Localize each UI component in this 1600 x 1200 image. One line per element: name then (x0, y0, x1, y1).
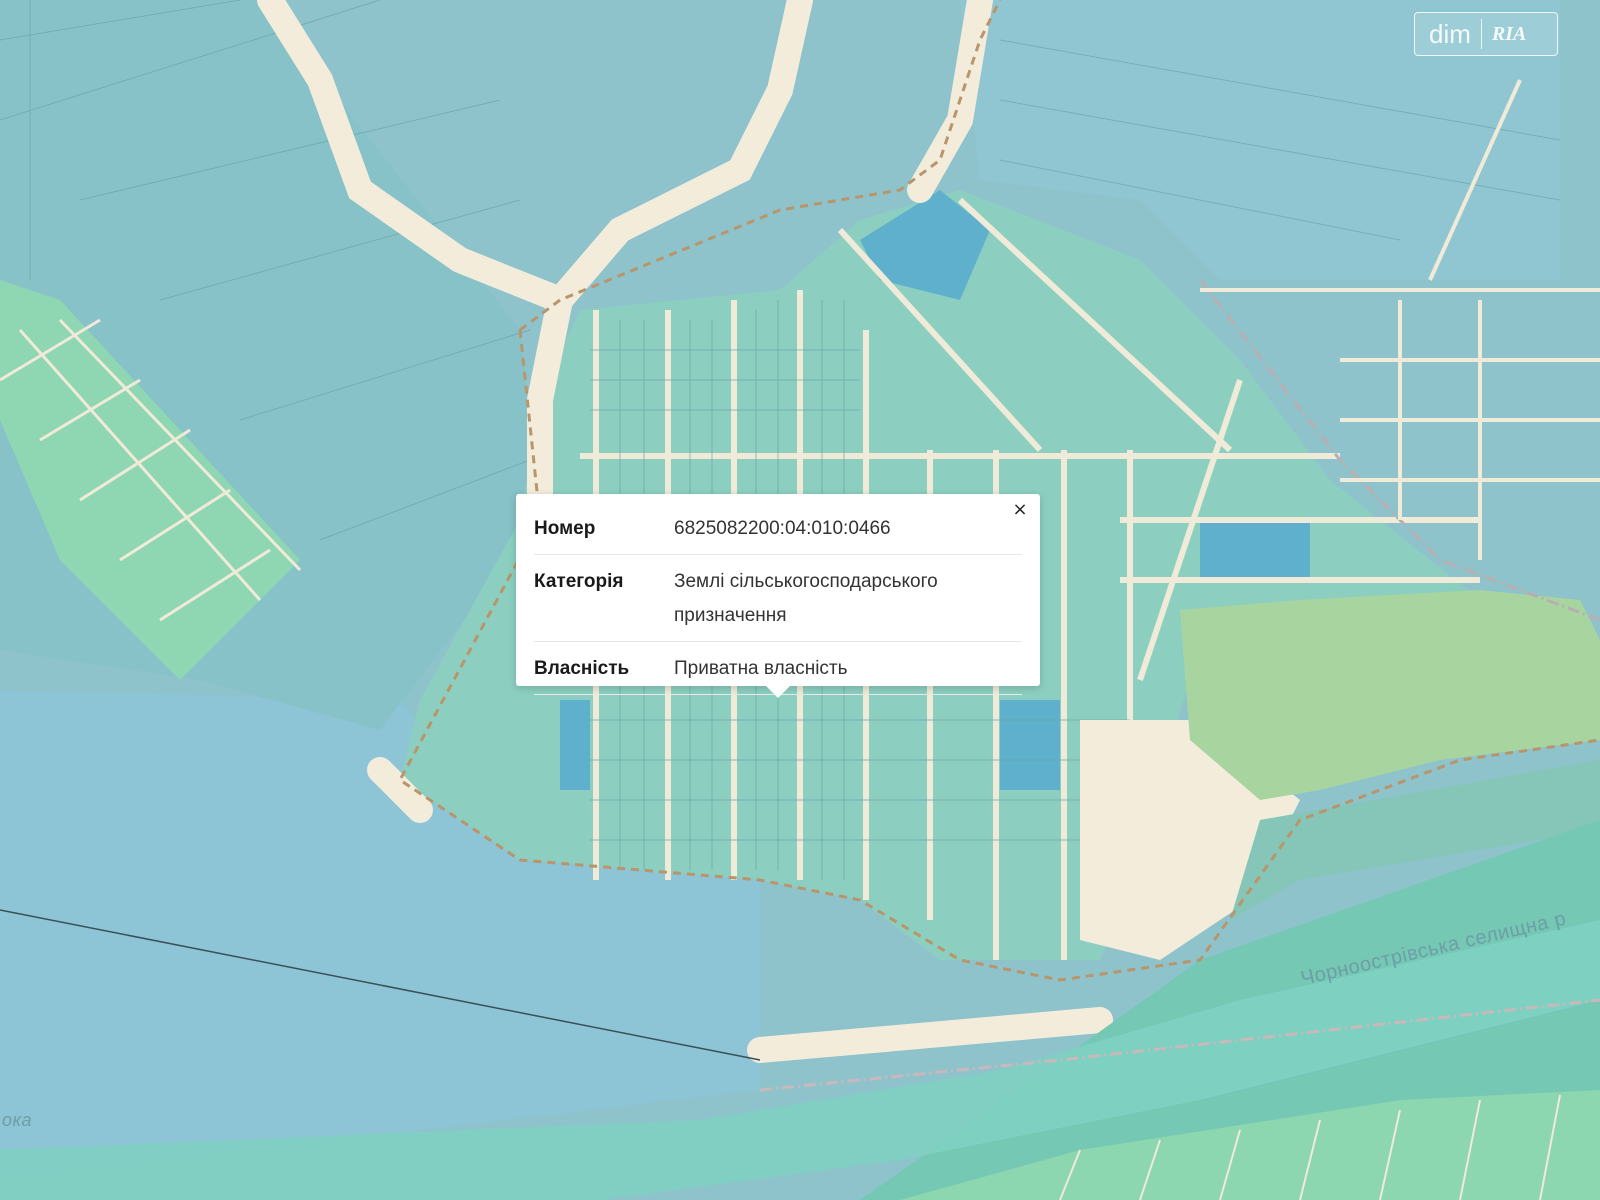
map-label-river: ока (2, 1110, 33, 1130)
close-button[interactable]: × (1010, 500, 1030, 520)
popup-label-number: Номер (534, 518, 596, 539)
dim-ria-logo: dim RIA (1414, 12, 1558, 56)
parcel-cluster-west (560, 700, 590, 790)
popup-value-number: 6825082200:04:010:0466 (674, 518, 891, 539)
logo-dim-text: dim (1429, 18, 1471, 49)
popup-row-number: Номер 6825082200:04:010:0466 (534, 502, 1022, 555)
popup-label-ownership: Власність (534, 658, 630, 679)
parcel-info-popup: × Номер 6825082200:04:010:0466 Категорія… (516, 494, 1040, 698)
popup-label-category: Категорія (534, 571, 624, 592)
logo-ria-text: RIA (1491, 22, 1527, 45)
popup-value-ownership: Приватна власність (674, 658, 848, 679)
logo-separator (1480, 19, 1482, 49)
parcel-cluster-center (1000, 700, 1060, 790)
parcel-cluster-east (1200, 520, 1310, 580)
popup-value-category: Землі сільськогосподарського призначення (674, 571, 938, 626)
popup-row-category: Категорія Землі сільськогосподарського п… (534, 555, 1022, 642)
map-view[interactable]: dim RIA Чорноострівська селищна р ока × … (0, 0, 1600, 1200)
popup-pointer (766, 686, 790, 698)
